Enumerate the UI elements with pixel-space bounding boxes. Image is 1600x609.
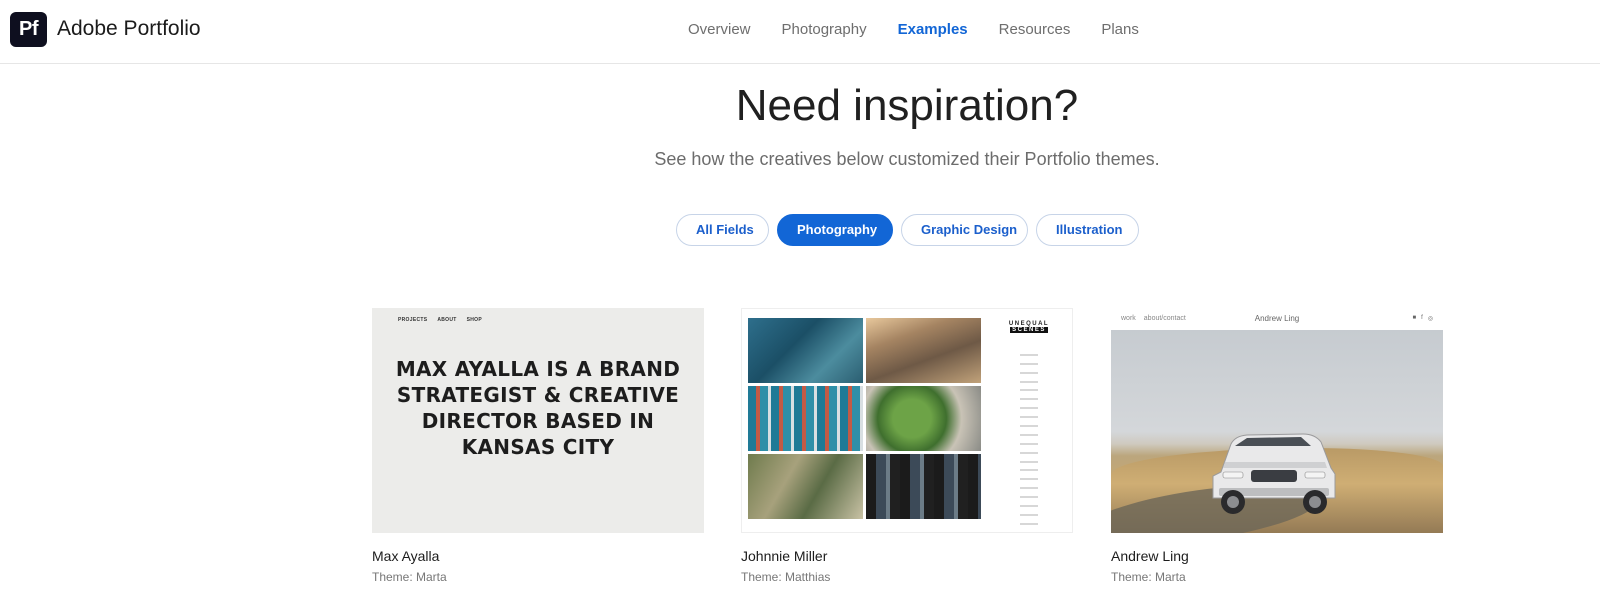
card-author-name[interactable]: Johnnie Miller bbox=[741, 547, 1073, 565]
example-thumbnail[interactable]: work about/contact Andrew Ling ■ f ◎ bbox=[1111, 308, 1443, 533]
photo-tile bbox=[748, 386, 863, 451]
example-card: UNEQUAL SCENES Johnnie Miller Theme: Mat… bbox=[741, 308, 1073, 585]
photo-tile bbox=[748, 454, 863, 519]
page-subtitle: See how the creatives below customized t… bbox=[654, 149, 1160, 169]
filter-group: All Fields Photography Graphic Design Il… bbox=[676, 214, 1139, 246]
page-title: Need inspiration? bbox=[735, 81, 1079, 130]
example-thumbnail[interactable]: PROJECTS ABOUT SHOP MAX AYALLA IS A BRAN… bbox=[372, 308, 704, 533]
card-theme-label: Theme: Marta bbox=[1111, 570, 1186, 584]
filter-graphic-design[interactable]: Graphic Design bbox=[901, 214, 1028, 246]
example-card: PROJECTS ABOUT SHOP MAX AYALLA IS A BRAN… bbox=[372, 308, 704, 585]
example-card: work about/contact Andrew Ling ■ f ◎ And… bbox=[1111, 308, 1443, 585]
nav-overview[interactable]: Overview bbox=[688, 19, 751, 41]
card-theme-label: Theme: Matthias bbox=[741, 570, 831, 584]
car-photo bbox=[1111, 330, 1443, 533]
thumb-headline: MAX AYALLA IS A BRAND STRATEGIST & CREAT… bbox=[395, 357, 681, 459]
thumb-location-list bbox=[994, 347, 1064, 532]
photo-tile bbox=[866, 386, 981, 451]
photo-tile bbox=[866, 318, 981, 383]
nav-plans[interactable]: Plans bbox=[1101, 19, 1139, 41]
adobe-portfolio-logo[interactable]: Pf bbox=[10, 12, 47, 47]
facebook-icon: f bbox=[1421, 315, 1423, 321]
filter-all-fields[interactable]: All Fields bbox=[676, 214, 769, 246]
instagram-icon: ◎ bbox=[1427, 316, 1433, 322]
filter-photography[interactable]: Photography bbox=[777, 214, 893, 246]
nav-photography[interactable]: Photography bbox=[782, 19, 867, 41]
nav-resources[interactable]: Resources bbox=[999, 19, 1071, 41]
filter-illustration[interactable]: Illustration bbox=[1036, 214, 1139, 246]
card-theme-label: Theme: Marta bbox=[372, 570, 447, 584]
card-author-name[interactable]: Max Ayalla bbox=[372, 547, 704, 565]
photo-tile bbox=[866, 454, 981, 519]
suv-image bbox=[1212, 433, 1336, 514]
video-icon: ■ bbox=[1412, 315, 1417, 321]
card-author-name[interactable]: Andrew Ling bbox=[1111, 547, 1443, 565]
site-header: Pf Adobe Portfolio Overview Photography … bbox=[0, 0, 1600, 64]
thumb-logo: UNEQUAL SCENES bbox=[1008, 321, 1050, 333]
photo-grid bbox=[748, 318, 982, 519]
brand-name[interactable]: Adobe Portfolio bbox=[57, 15, 201, 43]
thumb-title: Andrew Ling bbox=[1254, 314, 1300, 323]
nav-examples[interactable]: Examples bbox=[898, 19, 968, 41]
thumb-nav: PROJECTS ABOUT SHOP bbox=[398, 317, 483, 323]
thumb-sidebar: UNEQUAL SCENES bbox=[994, 321, 1064, 532]
main-nav: Overview Photography Examples Resources … bbox=[688, 19, 1170, 41]
social-icons: ■ f ◎ bbox=[1412, 315, 1433, 322]
photo-tile bbox=[748, 318, 863, 383]
thumb-header: work about/contact Andrew Ling ■ f ◎ bbox=[1111, 308, 1443, 330]
example-thumbnail[interactable]: UNEQUAL SCENES bbox=[741, 308, 1073, 533]
